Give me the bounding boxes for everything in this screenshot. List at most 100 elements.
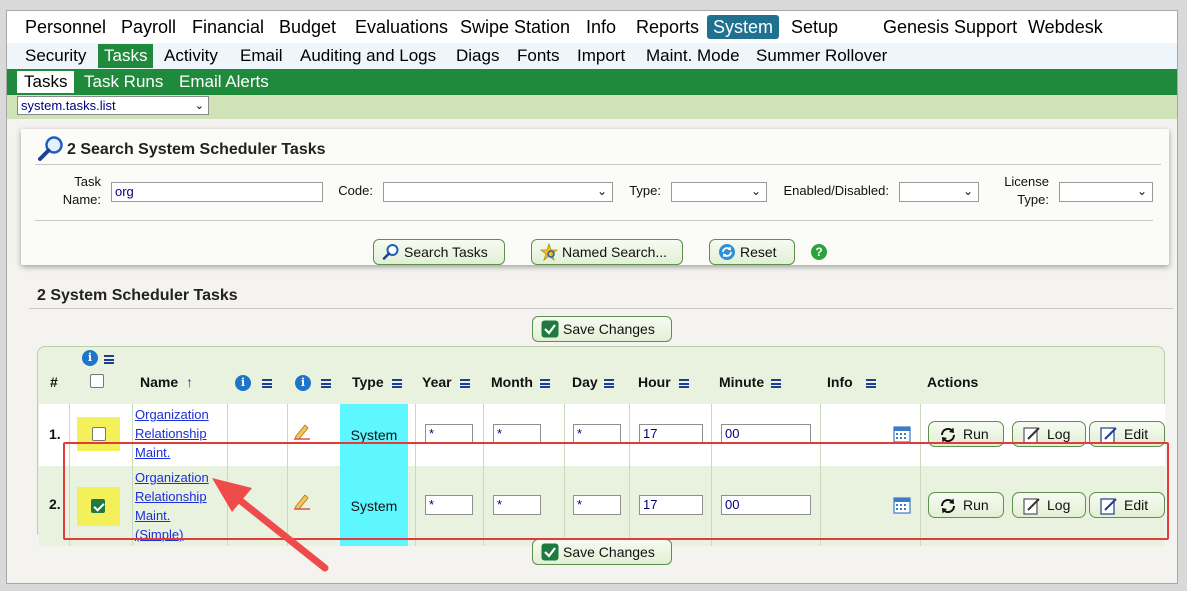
nav-genesis-support[interactable]: Genesis Support	[877, 15, 1023, 39]
column-menu-icon[interactable]	[104, 355, 114, 364]
tab-tasks[interactable]: Tasks	[17, 71, 75, 93]
subnav-auditing-and-logs[interactable]: Auditing and Logs	[294, 44, 442, 68]
run-label: Run	[963, 426, 989, 442]
row-select-checkbox[interactable]	[92, 427, 106, 441]
row-number: 2.	[49, 496, 61, 512]
edit-label: Edit	[1124, 426, 1149, 442]
refresh-icon	[718, 243, 736, 268]
star-search-icon	[539, 242, 559, 268]
nav-swipe-station[interactable]: Swipe Station	[454, 15, 576, 39]
column-menu-icon[interactable]	[866, 379, 876, 388]
code-select[interactable]: ⌄	[383, 182, 613, 202]
save-changes-label: Save Changes	[563, 544, 655, 560]
subnav-email[interactable]: Email	[234, 44, 289, 68]
annotation-highlight-box	[63, 442, 1169, 540]
license-type-label: License Type:	[1004, 174, 1049, 207]
help-icon[interactable]: ?	[811, 244, 827, 260]
nav-budget[interactable]: Budget	[273, 15, 342, 39]
type-select[interactable]: ⌄	[671, 182, 767, 202]
sort-ascending-icon: ↑	[186, 374, 194, 390]
nav-financial[interactable]: Financial	[186, 15, 270, 39]
header-month[interactable]: Month	[491, 374, 533, 390]
column-menu-icon[interactable]	[540, 379, 550, 388]
month-input[interactable]: *	[493, 424, 541, 444]
column-menu-icon[interactable]	[460, 379, 470, 388]
license-type-select[interactable]: ⌄	[1059, 182, 1153, 202]
checkmark-icon	[541, 543, 559, 568]
screen-select[interactable]: system.tasks.list ⌄	[17, 96, 209, 115]
tab-email-alerts[interactable]: Email Alerts	[172, 71, 276, 93]
search-tasks-button[interactable]: Search Tasks	[373, 239, 505, 265]
screen-select-value: system.tasks.list	[21, 98, 116, 113]
nav-reports[interactable]: Reports	[630, 15, 705, 39]
nav-info[interactable]: Info	[580, 15, 622, 39]
subnav-security[interactable]: Security	[19, 44, 92, 68]
nav-personnel[interactable]: Personnel	[19, 15, 112, 39]
secondary-nav: Security Tasks Activity Email Auditing a…	[7, 43, 1177, 69]
column-menu-icon[interactable]	[771, 379, 781, 388]
column-menu-icon[interactable]	[679, 379, 689, 388]
chevron-down-icon: ⌄	[750, 184, 761, 198]
results-title: 2 System Scheduler Tasks	[37, 287, 238, 304]
info-icon[interactable]: i	[295, 375, 311, 391]
header-name[interactable]: Name ↑	[140, 374, 193, 390]
log-label: Log	[1047, 426, 1071, 442]
nav-system[interactable]: System	[707, 15, 780, 39]
checkmark-icon	[541, 320, 559, 345]
divider	[35, 220, 1153, 221]
tab-task-runs[interactable]: Task Runs	[77, 71, 170, 93]
minute-input[interactable]: 00	[721, 424, 811, 444]
day-input[interactable]: *	[573, 424, 621, 444]
nav-payroll[interactable]: Payroll	[115, 15, 182, 39]
column-menu-icon[interactable]	[321, 379, 331, 388]
header-info[interactable]: Info	[827, 374, 853, 390]
header-type[interactable]: Type	[352, 374, 384, 390]
info-icon[interactable]: i	[82, 350, 98, 366]
nav-setup[interactable]: Setup	[785, 15, 844, 39]
save-changes-button-bottom[interactable]: Save Changes	[532, 539, 672, 565]
hour-input[interactable]: 17	[639, 424, 703, 444]
reset-button[interactable]: Reset	[709, 239, 795, 265]
screen-bar: system.tasks.list ⌄	[7, 95, 1177, 119]
info-icon[interactable]: i	[235, 375, 251, 391]
divider	[35, 164, 1161, 165]
save-changes-button-top[interactable]: Save Changes	[532, 316, 672, 342]
code-label: Code:	[338, 183, 373, 198]
named-search-label: Named Search...	[562, 244, 668, 260]
header-hour[interactable]: Hour	[638, 374, 671, 390]
divider	[29, 308, 1173, 309]
enabled-disabled-label: Enabled/Disabled:	[783, 183, 889, 198]
select-all-checkbox[interactable]	[90, 374, 104, 388]
named-search-button[interactable]: Named Search...	[531, 239, 683, 265]
task-name-input[interactable]: org	[111, 182, 323, 202]
header-minute[interactable]: Minute	[719, 374, 764, 390]
subnav-summer-rollover[interactable]: Summer Rollover	[750, 44, 893, 68]
subnav-import[interactable]: Import	[571, 44, 631, 68]
subnav-activity[interactable]: Activity	[158, 44, 224, 68]
header-year[interactable]: Year	[422, 374, 452, 390]
search-icon	[382, 243, 400, 268]
save-changes-label: Save Changes	[563, 321, 655, 337]
chevron-down-icon: ⌄	[1136, 184, 1147, 198]
chevron-down-icon: ⌄	[962, 184, 973, 198]
header-day[interactable]: Day	[572, 374, 598, 390]
column-menu-icon[interactable]	[604, 379, 614, 388]
header-name-label: Name	[140, 374, 179, 390]
subnav-diags[interactable]: Diags	[450, 44, 505, 68]
year-input[interactable]: *	[425, 424, 473, 444]
type-label: Type:	[629, 183, 661, 198]
search-tasks-label: Search Tasks	[404, 244, 488, 260]
tertiary-nav: Tasks Task Runs Email Alerts	[7, 69, 1177, 95]
nav-webdesk[interactable]: Webdesk	[1022, 15, 1109, 39]
primary-nav: Personnel Payroll Financial Budget Evalu…	[7, 11, 1177, 43]
column-menu-icon[interactable]	[392, 379, 402, 388]
column-menu-icon[interactable]	[262, 379, 272, 388]
reset-label: Reset	[740, 244, 777, 260]
enabled-disabled-select[interactable]: ⌄	[899, 182, 979, 202]
nav-evaluations[interactable]: Evaluations	[349, 15, 454, 39]
header-actions: Actions	[927, 374, 979, 390]
subnav-maint-mode[interactable]: Maint. Mode	[640, 44, 746, 68]
subnav-tasks[interactable]: Tasks	[98, 44, 154, 68]
subnav-fonts[interactable]: Fonts	[511, 44, 566, 68]
search-panel-title: 2 Search System Scheduler Tasks	[67, 141, 326, 158]
